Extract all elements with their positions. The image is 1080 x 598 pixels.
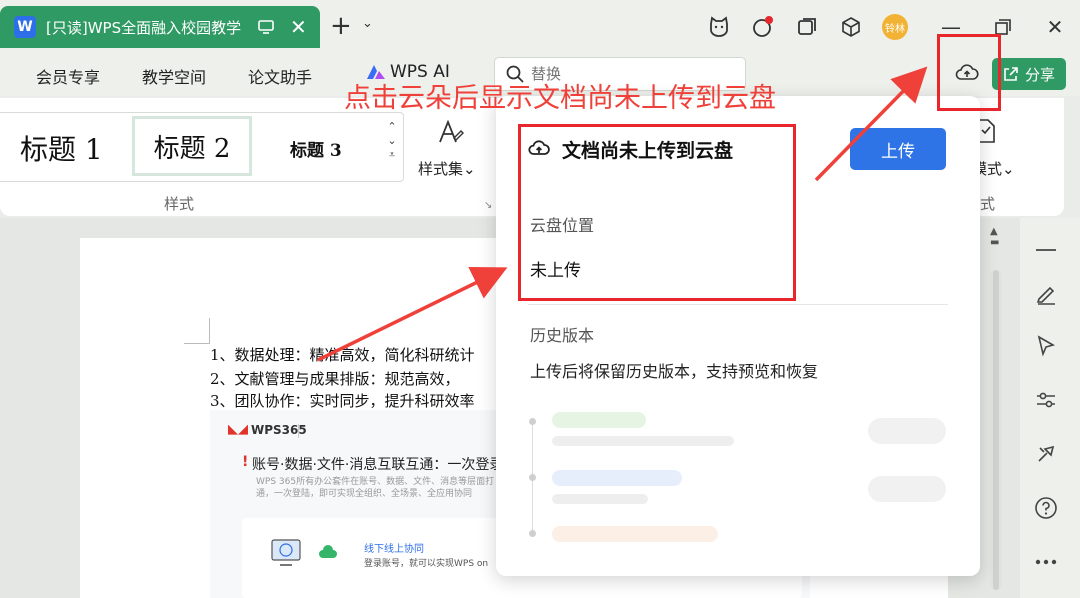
share-icon xyxy=(1004,67,1018,81)
wps365-mark-icon: ◣◢ xyxy=(228,422,248,437)
help-icon[interactable] xyxy=(1032,494,1060,522)
style-heading-2[interactable]: 标题 2 xyxy=(132,116,252,176)
doc-line: 1、数据处理：精准高效，简化科研统计 xyxy=(210,346,475,364)
history-skeleton xyxy=(868,418,946,444)
alert-mark-icon: ! xyxy=(242,454,249,470)
history-skeleton xyxy=(552,526,718,542)
history-skeleton xyxy=(552,436,734,446)
style-set-button[interactable]: 样式集⌄ xyxy=(418,158,476,179)
style-gallery-scroll[interactable]: ⌃ ⌄ ⩡ xyxy=(386,120,398,162)
popup-divider xyxy=(528,304,948,305)
user-avatar[interactable]: 铃林 xyxy=(882,14,908,40)
upload-button[interactable]: 上传 xyxy=(850,128,946,170)
scroll-marker-icon[interactable]: ▲ ▬ xyxy=(990,226,999,248)
cube-icon[interactable] xyxy=(838,14,864,40)
monitor-icon[interactable] xyxy=(256,17,276,37)
more-icon[interactable] xyxy=(1032,548,1060,576)
menu-thesis-assistant[interactable]: 论文助手 xyxy=(248,64,312,88)
timeline-dot xyxy=(529,474,536,481)
ribbon-group-label-styles: 样式 xyxy=(164,195,195,213)
document-tab[interactable]: W [只读]WPS全面融入校园教学 ✕ xyxy=(0,6,320,48)
monitor-globe-icon xyxy=(271,539,301,566)
close-window-button[interactable]: ✕ xyxy=(1040,12,1070,42)
tools-icon[interactable] xyxy=(1032,440,1060,468)
doc-line: 3、团队协作：实时同步，提升科研效率 xyxy=(210,392,475,410)
history-skeleton xyxy=(552,470,682,486)
share-button[interactable]: 分享 xyxy=(992,58,1066,90)
wps-writer-logo-icon: W xyxy=(14,16,36,38)
scrollbar-thumb[interactable] xyxy=(993,270,999,590)
annotation-box-cloud xyxy=(937,34,1001,111)
menu-member[interactable]: 会员专享 xyxy=(36,64,100,88)
style-heading-3[interactable]: 标题 3 xyxy=(290,136,342,161)
pen-icon[interactable] xyxy=(1032,280,1060,308)
title-bar: W [只读]WPS全面融入校园教学 ✕ + ⌄ 铃林 — ✕ xyxy=(0,0,1080,52)
cat-face-icon[interactable] xyxy=(706,14,732,40)
green-cloud-icon xyxy=(319,545,337,558)
collapse-icon[interactable] xyxy=(1032,236,1060,264)
share-label: 分享 xyxy=(1024,65,1055,84)
menu-teaching-space[interactable]: 教学空间 xyxy=(142,64,206,88)
embed-card-desc: 登录账号，就可以实现WPS on xyxy=(364,559,489,569)
tab-title: [只读]WPS全面融入校园教学 xyxy=(46,18,242,37)
history-label: 历史版本 xyxy=(530,326,595,345)
window-switch-icon[interactable] xyxy=(794,14,820,40)
history-skeleton xyxy=(552,494,648,504)
new-tab-dropdown-icon[interactable]: ⌄ xyxy=(362,16,373,31)
logo-divider xyxy=(298,424,299,438)
annotation-box-popup xyxy=(518,124,796,301)
sliders-icon[interactable] xyxy=(1032,386,1060,414)
new-tab-button[interactable]: + xyxy=(330,13,352,39)
annotation-text: 点击云朵后显示文档尚未上传到云盘 xyxy=(344,83,776,114)
page-margin-marker xyxy=(184,318,210,344)
cursor-pointer-icon[interactable] xyxy=(1032,332,1060,360)
dialog-launcher-icon[interactable]: ↘ xyxy=(484,200,492,211)
embed-title: 账号·数据·文件·消息互联互通：一次登录 xyxy=(252,457,504,473)
embed-card-title: 线下线上协同 xyxy=(364,544,424,555)
timeline-dot xyxy=(529,530,536,537)
tab-close-button[interactable]: ✕ xyxy=(290,17,307,37)
doc-line: 2、文献管理与成果排版：规范高效， xyxy=(210,370,460,388)
history-skeleton xyxy=(552,412,646,428)
timeline-dot xyxy=(529,418,536,425)
ribbon-group-label-mode: 式 xyxy=(980,195,996,213)
chat-notification-icon[interactable] xyxy=(750,14,776,40)
wps365-logo: ◣◢ WPS365 xyxy=(228,422,307,437)
style-set-icon[interactable] xyxy=(416,118,484,150)
embed-desc: WPS 365所有办公套件在账号、数据、文件、消息等层面打通，一次登陆，即可实现… xyxy=(256,477,495,499)
style-heading-1[interactable]: 标题 1 xyxy=(20,128,103,168)
history-desc: 上传后将保留历史版本，支持预览和恢复 xyxy=(530,362,819,381)
history-skeleton xyxy=(868,476,946,502)
